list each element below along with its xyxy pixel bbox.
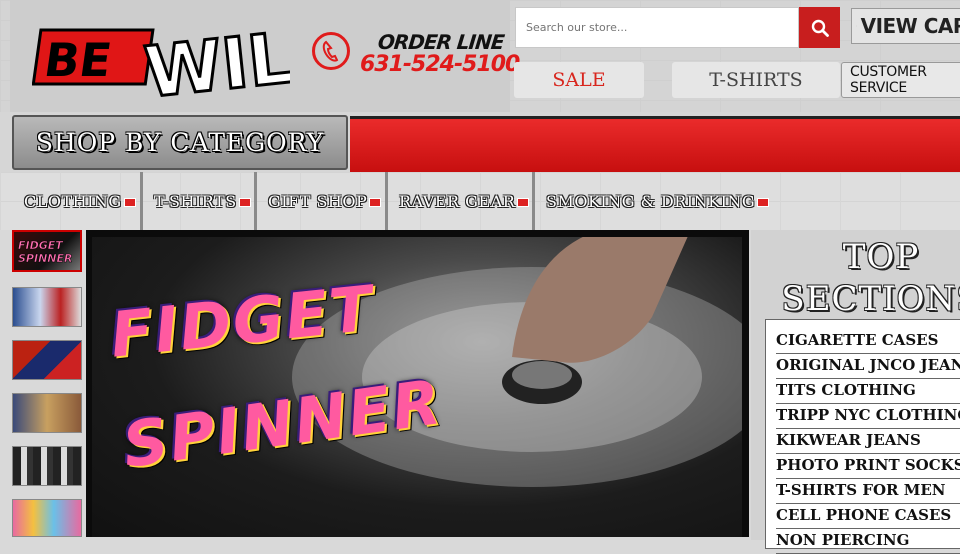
brand-logo[interactable]: BE WILD (32, 8, 290, 100)
menu-item-gift-shop[interactable]: GIFT SHOP (268, 172, 381, 230)
svg-text:BE: BE (41, 33, 115, 87)
hero-banner[interactable]: FIDGET SPINNER (92, 237, 742, 537)
top-sections-title: TOP SECTIONS (751, 236, 960, 320)
menu-label: T-SHIRTS (154, 192, 237, 211)
top-section-link[interactable]: ORIGINAL JNCO JEANS (776, 354, 960, 379)
top-section-link[interactable]: TITS CLOTHING (776, 379, 960, 404)
menu-label: CLOTHING (24, 192, 122, 211)
top-section-link[interactable]: CELL PHONE CASES (776, 504, 960, 529)
menu-label: GIFT SHOP (268, 192, 367, 211)
phone-icon (312, 32, 350, 70)
menu-item-clothing[interactable]: CLOTHING (24, 172, 136, 230)
dropdown-icon (239, 198, 251, 207)
search-input[interactable] (516, 8, 798, 47)
top-section-link[interactable]: KIKWEAR JEANS (776, 429, 960, 454)
view-cart-button[interactable]: VIEW CART (851, 8, 960, 44)
svg-text:SPINNER: SPINNER (18, 252, 72, 265)
dropdown-icon (517, 198, 529, 207)
menu-label: RAVER GEAR (399, 192, 515, 211)
dropdown-icon (757, 198, 769, 207)
top-section-link[interactable]: CIGARETTE CASES (776, 329, 960, 354)
thumbnail-image: FIDGET SPINNER (14, 232, 80, 270)
nav-sale[interactable]: SALE (514, 62, 644, 98)
menu-item-raver-gear[interactable]: RAVER GEAR (399, 172, 529, 230)
menu-divider (140, 172, 143, 230)
search-button[interactable] (799, 7, 840, 48)
menu-divider (385, 172, 388, 230)
menu-item-smoking-drinking[interactable]: SMOKING & DRINKING (546, 172, 769, 230)
menu-divider (532, 172, 535, 230)
thumbnail-rave[interactable] (12, 499, 82, 537)
search-icon (811, 19, 829, 37)
thumbnail-patriotic-apparel[interactable] (12, 340, 82, 380)
menu-divider (254, 172, 257, 230)
nav-tshirts[interactable]: T-SHIRTS (672, 62, 840, 98)
search-box (515, 7, 799, 48)
thumbnail-fidget-spinner[interactable]: FIDGET SPINNER (12, 230, 82, 272)
thumbnail-hide[interactable] (12, 393, 82, 433)
top-section-link[interactable]: T-SHIRTS FOR MEN (776, 479, 960, 504)
nav-customer-service[interactable]: CUSTOMER SERVICE (841, 62, 960, 98)
order-line-label: ORDER LINE (377, 30, 490, 54)
thumbnail-trump[interactable] (12, 287, 82, 327)
top-section-link[interactable]: NON PIERCING (776, 529, 960, 554)
shop-by-category-label: SHOP BY CATEGORY (36, 128, 324, 157)
red-banner-bar (350, 116, 960, 172)
menu-item-tshirts[interactable]: T-SHIRTS (154, 172, 251, 230)
top-section-link[interactable]: PHOTO PRINT SOCKS (776, 454, 960, 479)
order-line-block: ORDER LINE 631-524-5100 (312, 30, 502, 82)
shopping-cart-icon (856, 13, 857, 39)
top-sections-title-line1: TOP (751, 236, 960, 278)
top-section-link[interactable]: TRIPP NYC CLOTHING (776, 404, 960, 429)
top-sections-title-line2: SECTIONS (751, 278, 960, 320)
view-cart-label: VIEW CART (861, 14, 960, 38)
shop-by-category-button[interactable]: SHOP BY CATEGORY (12, 115, 348, 170)
svg-text:WILD: WILD (141, 11, 290, 100)
dropdown-icon (369, 198, 381, 207)
svg-text:FIDGET: FIDGET (18, 239, 64, 252)
menu-label: SMOKING & DRINKING (546, 192, 755, 211)
thumbnail-tripp[interactable] (12, 446, 82, 486)
order-line-phone[interactable]: 631-524-5100 (360, 52, 510, 77)
dropdown-icon (124, 198, 136, 207)
